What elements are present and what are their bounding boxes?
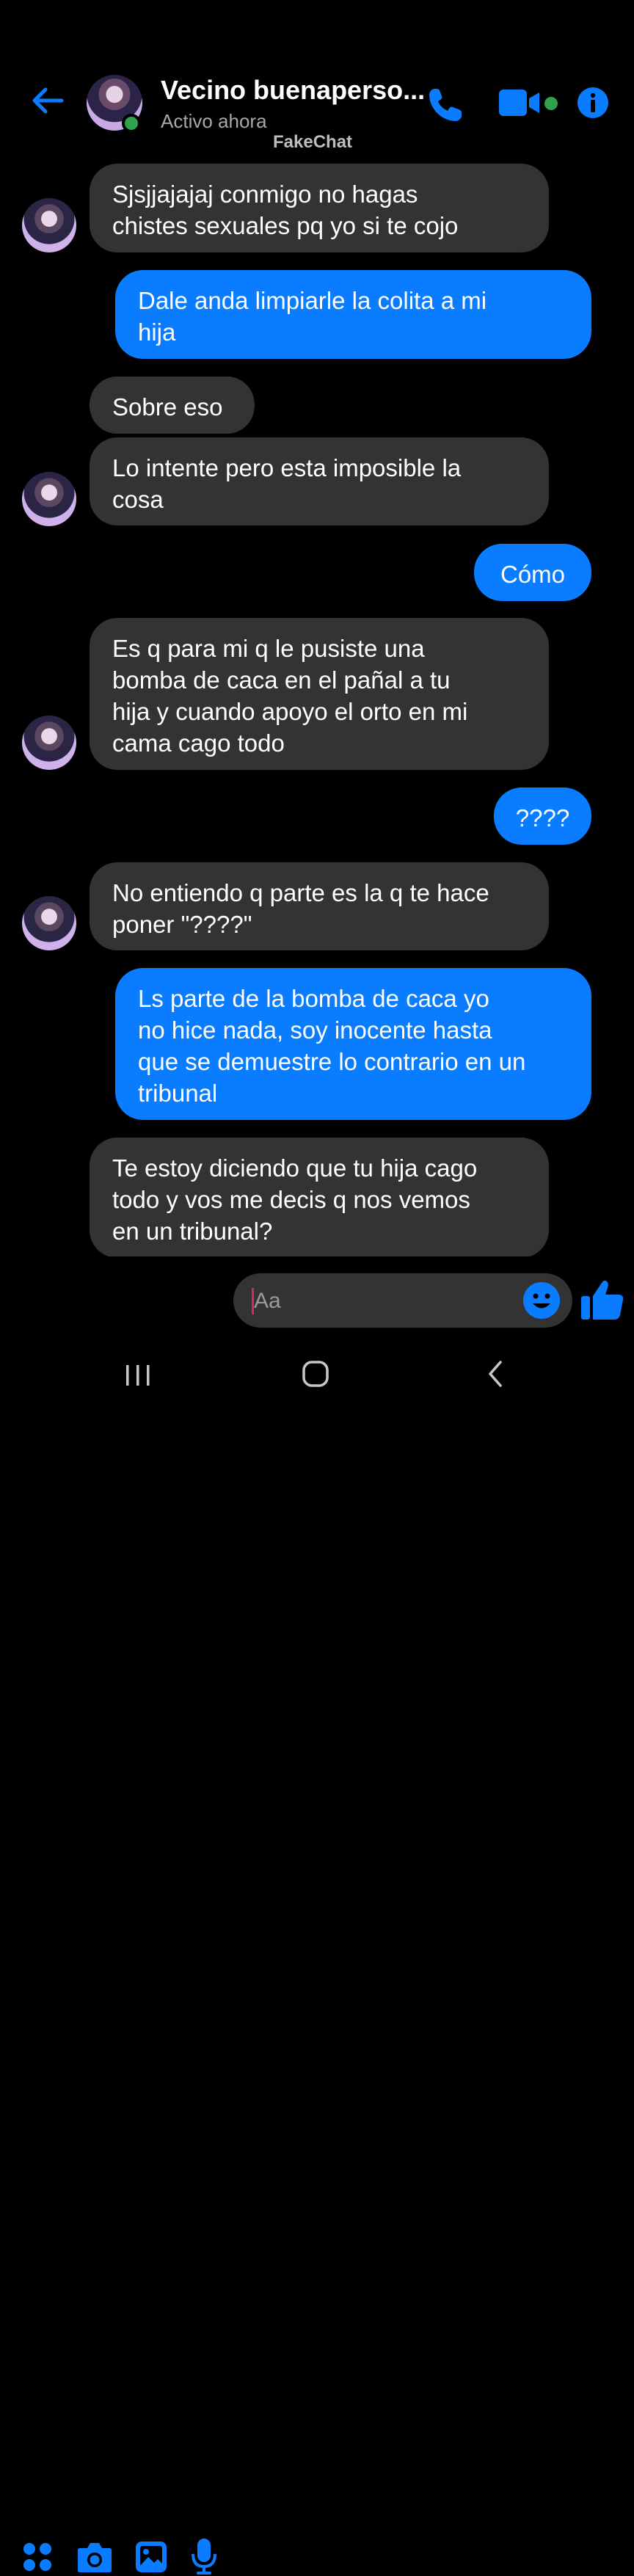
message-bubble-incoming[interactable]: Te estoy diciendo que tu hija cago todo … — [90, 1138, 549, 1258]
message-line: hija y cuando apoyo el orto en mi — [112, 698, 468, 725]
message-bubble-incoming[interactable]: Sobre eso — [90, 376, 255, 434]
back-icon[interactable] — [481, 1359, 511, 1389]
contact-status: Activo ahora — [161, 110, 267, 132]
message-line: cama cago todo — [112, 729, 285, 757]
microphone-icon[interactable] — [191, 2538, 217, 2576]
watermark: FakeChat — [273, 132, 353, 152]
system-navigation-bar — [0, 1345, 634, 1409]
message-line: tribunal — [138, 1080, 218, 1107]
message-line: Lo intente pero esta imposible la — [112, 454, 462, 481]
image-icon[interactable] — [135, 2541, 167, 2573]
video-camera-icon[interactable] — [499, 88, 542, 117]
message-line: bomba de caca en el pañal a tu — [112, 666, 451, 694]
message-bubble-incoming[interactable]: No entiendo q parte es la q te hace pone… — [90, 862, 549, 950]
message-line: en un tribunal? — [112, 1218, 273, 1245]
message-line: poner "????" — [112, 911, 252, 938]
home-icon[interactable] — [301, 1359, 330, 1389]
chat-header: Vecino buenaperso... Activo ahora FakeCh… — [0, 0, 634, 161]
message-bubble-outgoing[interactable]: ???? — [494, 787, 591, 845]
message-bubble-outgoing[interactable]: Ls parte de la bomba de caca yo no hice … — [115, 968, 591, 1120]
message-input[interactable] — [233, 1273, 572, 1328]
video-online-dot — [544, 97, 558, 110]
sender-avatar — [22, 472, 76, 526]
info-icon[interactable] — [577, 87, 609, 119]
sender-avatar — [22, 198, 76, 252]
sender-avatar — [22, 896, 76, 950]
contact-name[interactable]: Vecino buenaperso... — [161, 75, 425, 106]
message-line: que se demuestre lo contrario en un — [138, 1048, 526, 1075]
message-line: Es q para mi q le pusiste una — [112, 635, 425, 662]
sender-avatar — [22, 716, 76, 770]
apps-icon[interactable] — [23, 2542, 52, 2572]
message-line: Ls parte de la bomba de caca yo — [138, 985, 489, 1012]
message-bubble-incoming[interactable]: Sjsjjajajaj conmigo no hagas chistes sex… — [90, 164, 549, 252]
message-bubble-outgoing[interactable]: Cómo — [474, 544, 591, 601]
message-input-placeholder[interactable]: Aa — [254, 1289, 281, 1314]
message-line: ???? — [515, 804, 570, 832]
message-line: Te estoy diciendo que tu hija cago — [112, 1154, 478, 1182]
message-line: Sobre eso — [112, 393, 223, 421]
message-line: Cómo — [500, 561, 566, 588]
thumbs-up-icon[interactable] — [580, 1277, 625, 1322]
recent-apps-icon[interactable] — [123, 1361, 153, 1390]
camera-icon[interactable] — [77, 2541, 112, 2573]
message-line: Dale anda limpiarle la colita a mi — [138, 287, 487, 314]
online-indicator — [122, 114, 141, 133]
message-line: chistes sexuales pq yo si te cojo — [112, 212, 459, 239]
back-arrow-icon[interactable] — [29, 82, 66, 119]
message-line: no hice nada, soy inocente hasta — [138, 1016, 492, 1044]
phone-icon[interactable] — [426, 85, 465, 125]
message-line: Sjsjjajajaj conmigo no hagas — [112, 181, 418, 208]
message-bubble-incoming[interactable]: Lo intente pero esta imposible la cosa — [90, 437, 549, 525]
message-line: No entiendo q parte es la q te hace — [112, 879, 489, 906]
emoji-icon[interactable] — [523, 1282, 560, 1319]
message-bubble-incoming[interactable]: Es q para mi q le pusiste una bomba de c… — [90, 618, 549, 770]
message-line: hija — [138, 319, 176, 346]
message-line: cosa — [112, 486, 164, 513]
message-bubble-outgoing[interactable]: Dale anda limpiarle la colita a mi hija — [115, 270, 591, 359]
message-line: todo y vos me decis q nos vemos — [112, 1186, 470, 1213]
